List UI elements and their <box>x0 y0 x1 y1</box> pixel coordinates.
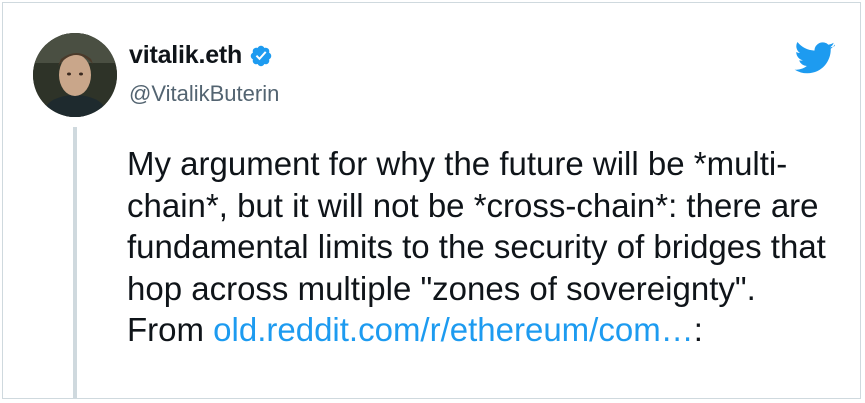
tweet-card: vitalik.eth @VitalikButerin My argument … <box>2 2 861 399</box>
tweet-link[interactable]: old.reddit.com/r/ethereum/com… <box>213 311 694 348</box>
author-avatar[interactable] <box>33 33 117 117</box>
tweet-trailing-text: : <box>693 311 703 348</box>
tweet-text: My argument for why the future will be *… <box>127 143 827 351</box>
author-handle[interactable]: @VitalikButerin <box>129 81 279 107</box>
avatar-image <box>33 33 117 117</box>
author-name-row[interactable]: vitalik.eth <box>129 41 273 70</box>
twitter-bird-icon[interactable] <box>794 42 836 76</box>
thread-line <box>73 127 77 399</box>
author-display-name[interactable]: vitalik.eth <box>129 41 242 70</box>
verified-badge-icon <box>250 45 272 66</box>
